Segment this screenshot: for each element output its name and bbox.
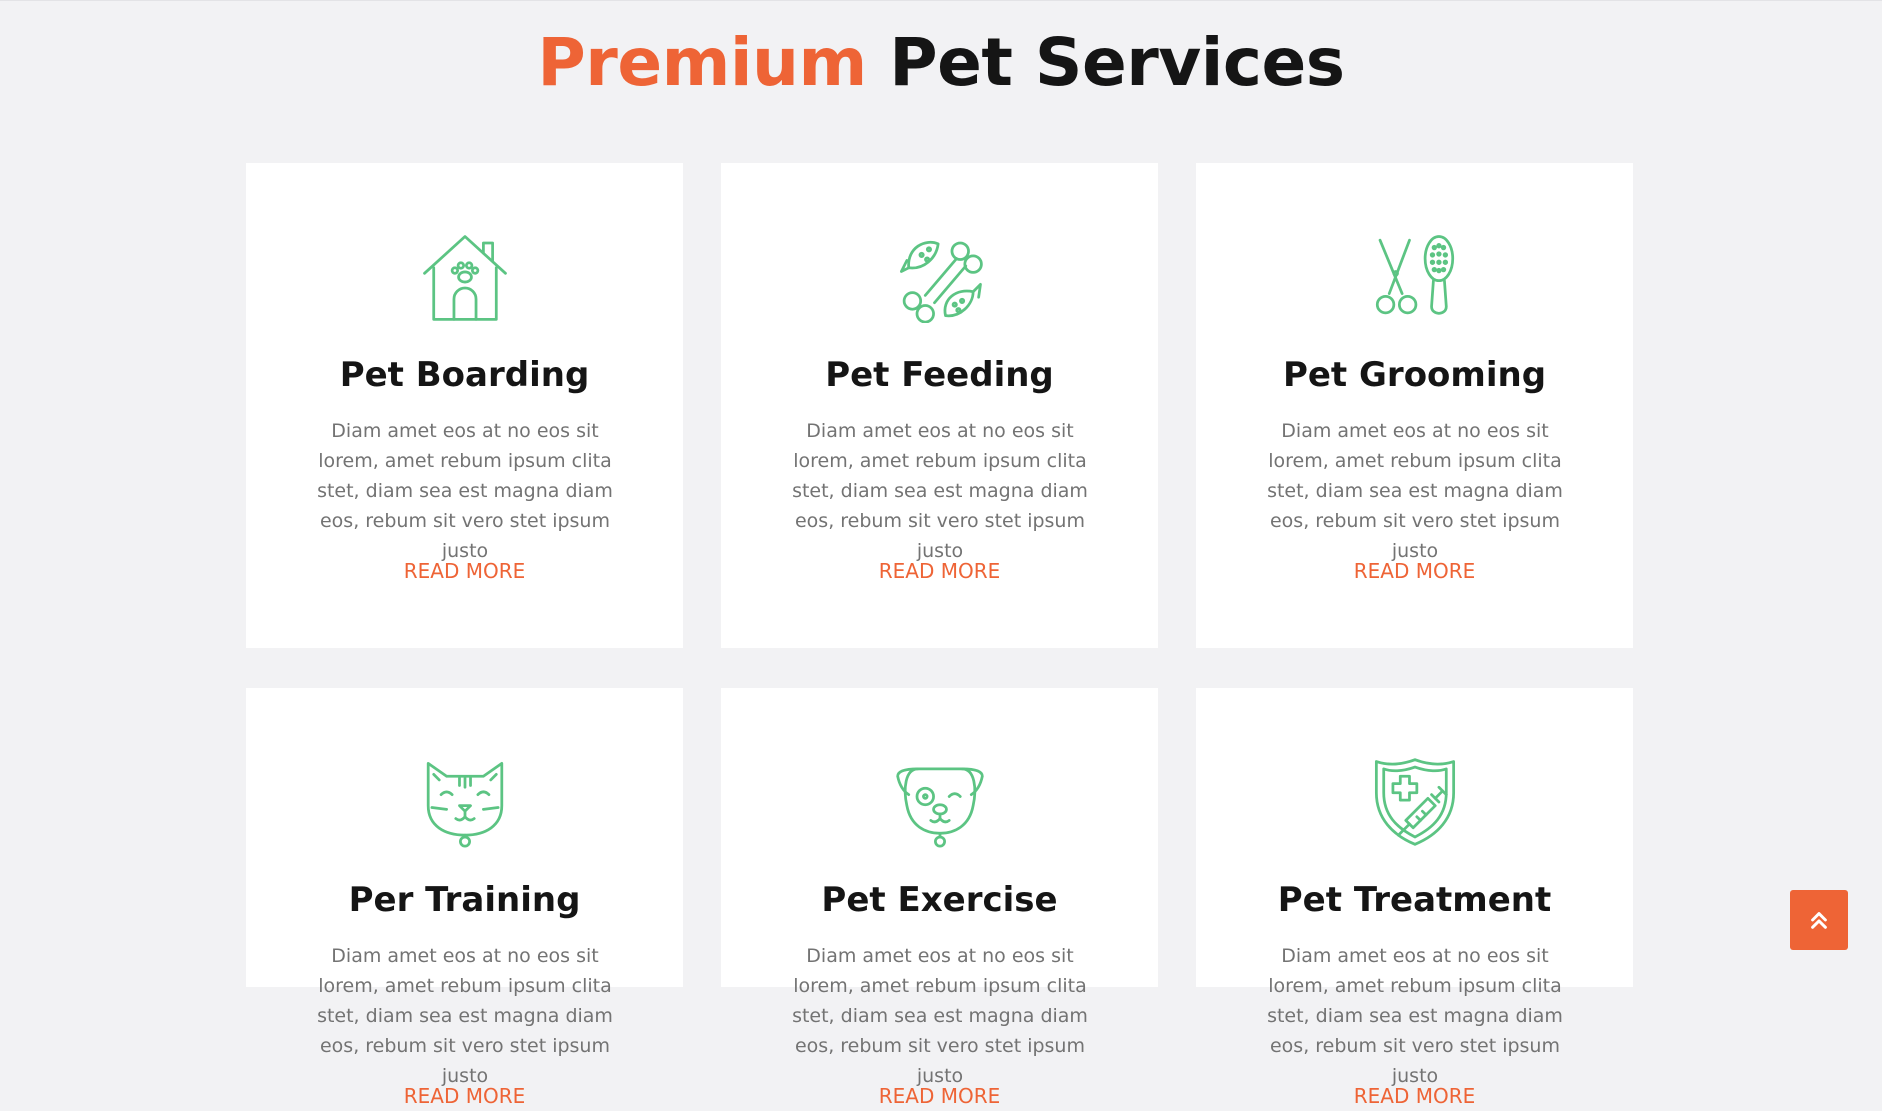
card-description: Diam amet eos at no eos sit lorem, amet …: [317, 945, 613, 1087]
service-card-training: Per Training Diam amet eos at no eos sit…: [246, 688, 683, 1108]
scissors-brush-icon: [1369, 231, 1461, 323]
read-more-link[interactable]: READ MORE: [1196, 1081, 1633, 1111]
read-more-link[interactable]: READ MORE: [721, 1081, 1158, 1111]
card-title: Pet Boarding: [339, 355, 590, 395]
section-title-rest: Pet Services: [889, 24, 1345, 101]
service-card-feeding: Pet Feeding Diam amet eos at no eos sit …: [721, 163, 1158, 648]
cat-face-icon: [419, 756, 511, 848]
card-title: Per Training: [348, 880, 581, 920]
card-description: Diam amet eos at no eos sit lorem, amet …: [1267, 420, 1563, 562]
back-to-top-button[interactable]: [1790, 890, 1848, 950]
shield-syringe-icon: [1369, 756, 1461, 848]
read-more-link[interactable]: READ MORE: [1196, 556, 1633, 586]
bone-fish-icon: [894, 231, 986, 323]
card-description: Diam amet eos at no eos sit lorem, amet …: [317, 420, 613, 562]
read-more-link[interactable]: READ MORE: [246, 556, 683, 586]
section-title-accent: Premium: [537, 24, 867, 101]
read-more-link[interactable]: READ MORE: [721, 556, 1158, 586]
card-title: Pet Treatment: [1277, 880, 1552, 920]
top-divider: [0, 0, 1882, 1]
card-title: Pet Exercise: [821, 880, 1058, 920]
service-card-treatment: Pet Treatment Diam amet eos at no eos si…: [1196, 688, 1633, 1108]
read-more-link[interactable]: READ MORE: [246, 1081, 683, 1111]
section-title: Premium Pet Services: [0, 18, 1882, 108]
dog-house-icon: [419, 231, 511, 323]
service-card-exercise: Pet Exercise Diam amet eos at no eos sit…: [721, 688, 1158, 1108]
service-card-grooming: Pet Grooming Diam amet eos at no eos sit…: [1196, 163, 1633, 648]
dog-face-icon: [894, 756, 986, 848]
card-description: Diam amet eos at no eos sit lorem, amet …: [1267, 945, 1563, 1087]
card-title: Pet Feeding: [825, 355, 1054, 395]
card-title: Pet Grooming: [1282, 355, 1547, 395]
service-card-boarding: Pet Boarding Diam amet eos at no eos sit…: [246, 163, 683, 648]
card-description: Diam amet eos at no eos sit lorem, amet …: [792, 945, 1088, 1087]
double-chevron-up-icon: [1811, 912, 1827, 929]
card-description: Diam amet eos at no eos sit lorem, amet …: [792, 420, 1088, 562]
